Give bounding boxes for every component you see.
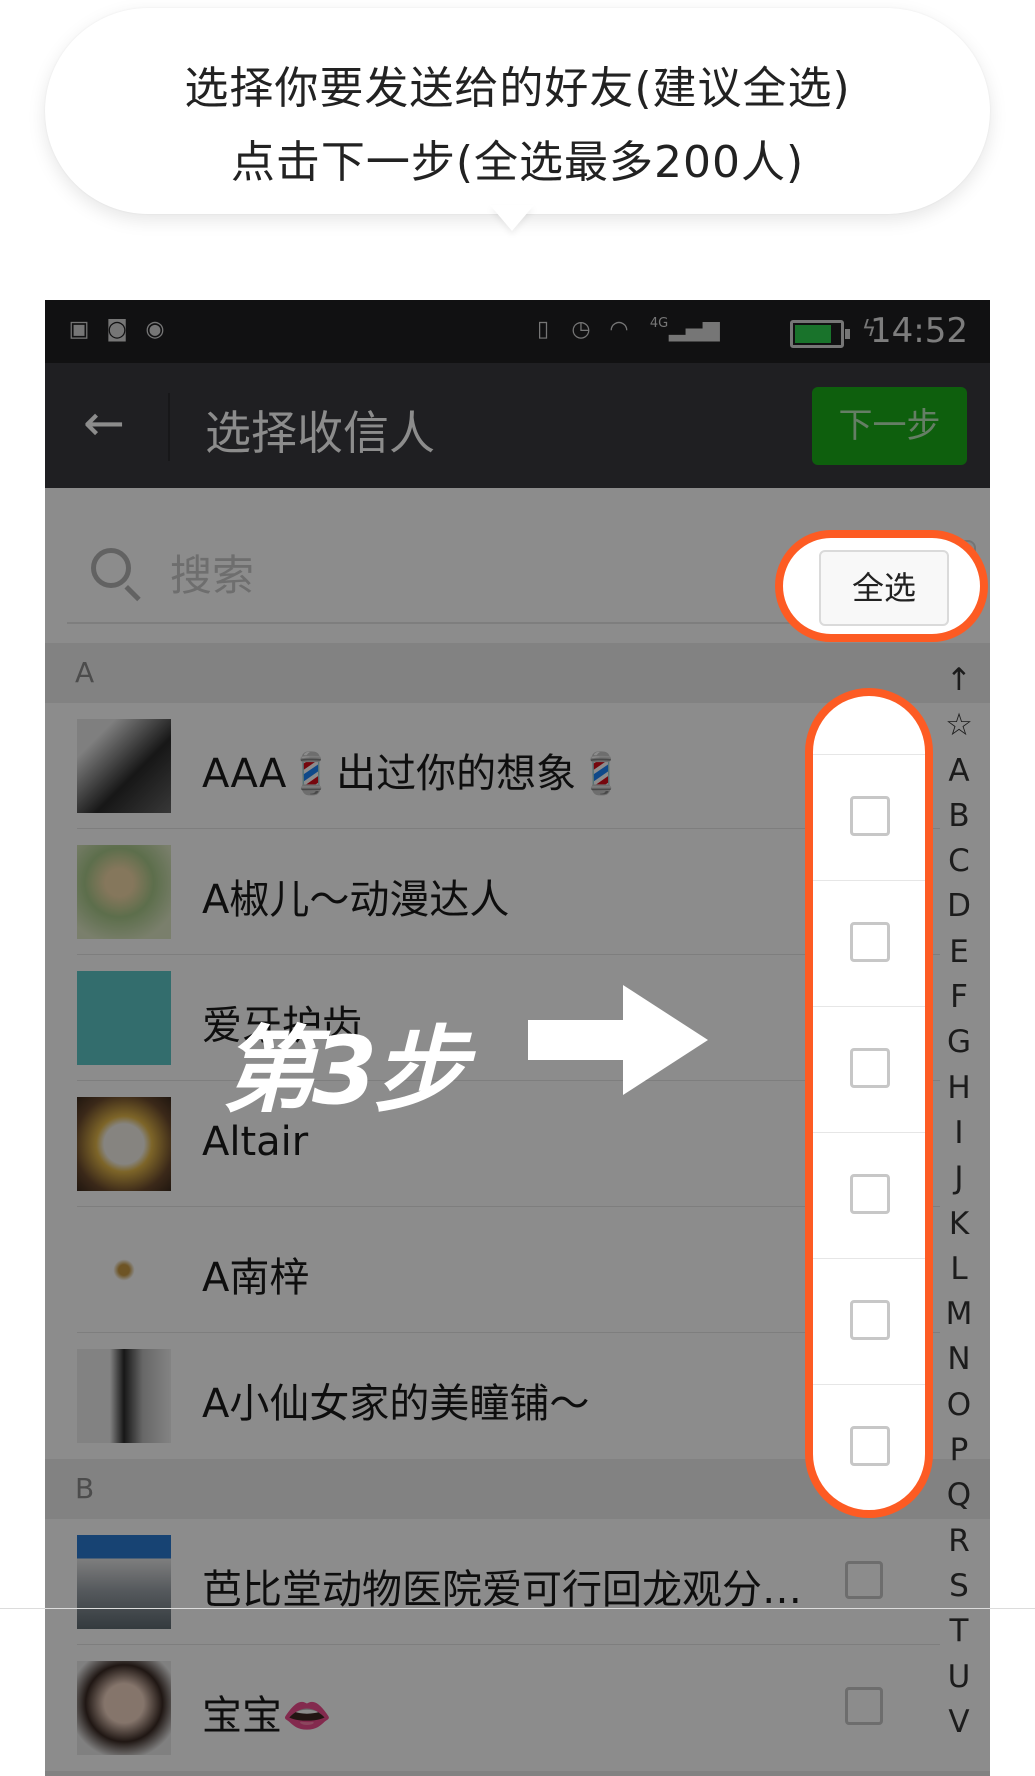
page-title: 选择收信人 — [205, 406, 435, 460]
network-type: 4G — [649, 316, 669, 331]
index-letter[interactable]: B — [941, 794, 977, 839]
image-icon: ▣ — [68, 317, 90, 342]
contact-checkbox[interactable] — [850, 1048, 890, 1088]
index-letter[interactable]: F — [941, 975, 977, 1020]
index-letter[interactable]: T — [941, 1609, 977, 1654]
index-letter[interactable]: J — [941, 1156, 977, 1201]
next-step-button[interactable]: 下一步 — [812, 387, 967, 465]
avatar — [77, 1661, 171, 1755]
avatar — [77, 971, 171, 1065]
status-time: 14:52 — [870, 311, 968, 351]
contact-name: A椒儿～动漫达人 — [202, 877, 510, 923]
alphabet-index[interactable]: ↑ ☆ A B C D E F G H I J K L M N O P Q R S T U V — [941, 658, 977, 1745]
right-arrow-icon — [528, 985, 708, 1095]
status-bar: ▣ ◙ ◉ ▯ ◷ ◠ 4G ▂▄▆ ϟ 14:52 — [45, 300, 990, 363]
signal-icon: ▂▄▆ — [669, 317, 720, 342]
instruction-bubble: 选择你要发送给的好友(建议全选) 点击下一步(全选最多200人) — [45, 8, 990, 214]
index-letter[interactable]: H — [941, 1066, 977, 1111]
avatar — [77, 1535, 171, 1629]
contact-checkbox[interactable] — [850, 922, 890, 962]
contact-checkbox[interactable] — [850, 1426, 890, 1466]
avatar — [77, 1349, 171, 1443]
contact-checkbox[interactable] — [850, 796, 890, 836]
avatar — [77, 845, 171, 939]
wifi-icon: ◠ — [609, 317, 629, 342]
contact-row[interactable]: 宝宝👄 — [45, 1645, 990, 1771]
contact-name: AAA💈出过你的想象💈 — [202, 751, 626, 797]
index-letter[interactable]: E — [941, 930, 977, 975]
contact-checkbox[interactable] — [845, 1687, 883, 1725]
search-icon — [91, 548, 131, 588]
contact-checkbox[interactable] — [850, 1174, 890, 1214]
vibrate-icon: ▯ — [536, 317, 550, 342]
index-letter[interactable]: I — [941, 1111, 977, 1156]
instruction-line-2: 点击下一步(全选最多200人) — [230, 137, 805, 188]
contact-name: 芭比堂动物医院爱可行回龙观分… — [202, 1567, 802, 1613]
back-arrow-icon[interactable]: ← — [83, 398, 131, 449]
avatar — [77, 1097, 171, 1191]
contact-row[interactable]: 芭比堂动物医院爱可行回龙观分… — [45, 1519, 990, 1645]
index-letter[interactable]: G — [941, 1020, 977, 1065]
page-bottom-divider — [0, 1608, 1035, 1609]
bubble-tail — [490, 205, 534, 231]
step-label: 第3步 — [222, 1017, 467, 1126]
record-icon: ◉ — [145, 317, 165, 342]
android-icon: ◙ — [106, 317, 128, 342]
select-all-highlight: 全选 — [775, 530, 988, 642]
index-letter[interactable]: K — [941, 1202, 977, 1247]
avatar — [77, 1223, 171, 1317]
instruction-line-1: 选择你要发送给的好友(建议全选) — [184, 63, 851, 114]
contact-name: 宝宝👄 — [202, 1693, 332, 1739]
index-letter[interactable]: S — [941, 1564, 977, 1609]
alarm-icon: ◷ — [571, 317, 591, 342]
appbar-divider — [168, 393, 170, 461]
index-letter[interactable]: V — [941, 1700, 977, 1745]
contact-checkbox[interactable] — [845, 1561, 883, 1599]
index-letter[interactable]: ↑ — [941, 658, 977, 703]
index-letter[interactable]: C — [941, 839, 977, 884]
app-bar: ← 选择收信人 下一步 — [45, 363, 990, 488]
select-all-button-highlighted[interactable]: 全选 — [819, 550, 949, 626]
index-letter[interactable]: M — [941, 1292, 977, 1337]
index-letter[interactable]: R — [941, 1519, 977, 1564]
index-letter[interactable]: N — [941, 1337, 977, 1382]
checkbox-column-highlight — [805, 688, 933, 1518]
avatar — [77, 719, 171, 813]
index-letter[interactable]: A — [941, 749, 977, 794]
index-letter[interactable]: ☆ — [941, 703, 977, 748]
index-letter[interactable]: O — [941, 1383, 977, 1428]
search-input[interactable]: 搜索 — [170, 542, 254, 603]
index-letter[interactable]: Q — [941, 1473, 977, 1518]
contact-name: A小仙女家的美瞳铺～ — [202, 1381, 590, 1427]
battery-icon — [790, 320, 850, 348]
contact-checkbox[interactable] — [850, 1300, 890, 1340]
contact-name: A南梓 — [202, 1255, 310, 1301]
index-letter[interactable]: D — [941, 884, 977, 929]
index-letter[interactable]: L — [941, 1247, 977, 1292]
index-letter[interactable]: P — [941, 1428, 977, 1473]
index-letter[interactable]: U — [941, 1655, 977, 1700]
